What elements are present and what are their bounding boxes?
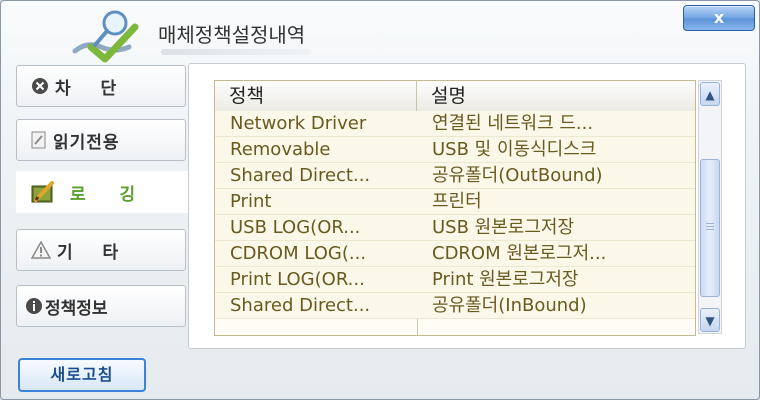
column-header-policy[interactable]: 정책 — [215, 81, 417, 111]
document-icon — [31, 131, 46, 149]
vertical-scrollbar[interactable]: ▲ ▼ — [698, 80, 722, 334]
table-row[interactable]: Removable USB 및 이동식디스크 — [215, 137, 695, 163]
menu-item-readonly[interactable]: 읽기전용 — [16, 119, 186, 161]
table-row[interactable]: Print 프린터 — [215, 189, 695, 215]
description-cell: Print 원본로그저장 — [432, 269, 579, 290]
menu-item-label: 로 깅 — [70, 184, 150, 205]
column-header-description[interactable]: 설명 — [417, 81, 695, 111]
menu-item-logging[interactable]: 로 깅 — [16, 171, 194, 213]
refresh-button[interactable]: 새로고침 — [18, 358, 146, 392]
policy-menu: 차 단 읽기전용 로 깅 기 타 정책정보 — [16, 61, 194, 351]
menu-item-block[interactable]: 차 단 — [16, 65, 186, 107]
warning-icon — [31, 241, 51, 259]
table-row[interactable]: Network Driver 연결된 네트워크 드... — [215, 111, 695, 137]
menu-item-policy-info[interactable]: 정책정보 — [16, 285, 186, 327]
menu-item-label: 기 타 — [57, 242, 131, 263]
policy-cell: USB LOG(OR... — [230, 217, 361, 238]
grip-line — [706, 229, 714, 230]
description-cell: 공유폴더(OutBound) — [432, 165, 603, 186]
table-row[interactable]: CDROM LOG(... CDROM 원본로그저... — [215, 241, 695, 267]
policy-cell: Print LOG(OR... — [230, 269, 365, 290]
description-cell: USB 및 이동식디스크 — [432, 139, 597, 160]
scroll-thumb[interactable] — [700, 159, 720, 297]
policy-cell: CDROM LOG(... — [230, 243, 367, 264]
policy-window: 매체정책설정내역 x 차 단 읽기전용 로 깅 기 타 정책정보 정책 설명 N… — [0, 0, 760, 400]
menu-item-other[interactable]: 기 타 — [16, 229, 186, 271]
table-row[interactable]: USB LOG(OR... USB 원본로그저장 — [215, 215, 695, 241]
description-cell: 공유폴더(InBound) — [432, 295, 587, 316]
pencil-notebook-icon — [31, 181, 54, 203]
window-title: 매체정책설정내역 — [158, 23, 306, 47]
menu-item-label: 읽기전용 — [53, 132, 120, 153]
table-row[interactable]: Print LOG(OR... Print 원본로그저장 — [215, 267, 695, 293]
policy-cell: Shared Direct... — [230, 165, 371, 186]
grip-line — [706, 226, 714, 227]
description-cell: CDROM 원본로그저... — [432, 243, 607, 264]
policy-cell: Removable — [230, 139, 331, 160]
policy-cell: Shared Direct... — [230, 295, 371, 316]
policy-cell: Network Driver — [230, 113, 367, 134]
row-divider — [215, 318, 695, 319]
menu-item-label: 정책정보 — [45, 298, 108, 319]
policy-table[interactable]: 정책 설명 Network Driver 연결된 네트워크 드... Remov… — [214, 80, 696, 336]
title-bar: 매체정책설정내역 x — [1, 1, 759, 63]
scroll-down-button[interactable]: ▼ — [700, 308, 720, 332]
title-reflection — [161, 49, 311, 55]
magnifier-check-logo-icon — [72, 10, 139, 63]
table-header: 정책 설명 — [215, 81, 695, 112]
x-circle-icon — [32, 78, 48, 94]
grip-line — [706, 223, 714, 224]
scroll-up-button[interactable]: ▲ — [700, 82, 720, 106]
description-cell: 연결된 네트워크 드... — [432, 113, 594, 134]
close-button[interactable]: x — [683, 5, 755, 31]
policy-cell: Print — [230, 191, 272, 212]
table-row[interactable]: Shared Direct... 공유폴더(OutBound) — [215, 163, 695, 189]
description-cell: USB 원본로그저장 — [432, 217, 575, 238]
content-panel: 정책 설명 Network Driver 연결된 네트워크 드... Remov… — [188, 63, 746, 349]
info-icon — [26, 298, 42, 314]
menu-item-label: 차 단 — [55, 78, 129, 99]
description-cell: 프린터 — [432, 191, 482, 212]
table-row[interactable]: Shared Direct... 공유폴더(InBound) — [215, 293, 695, 319]
